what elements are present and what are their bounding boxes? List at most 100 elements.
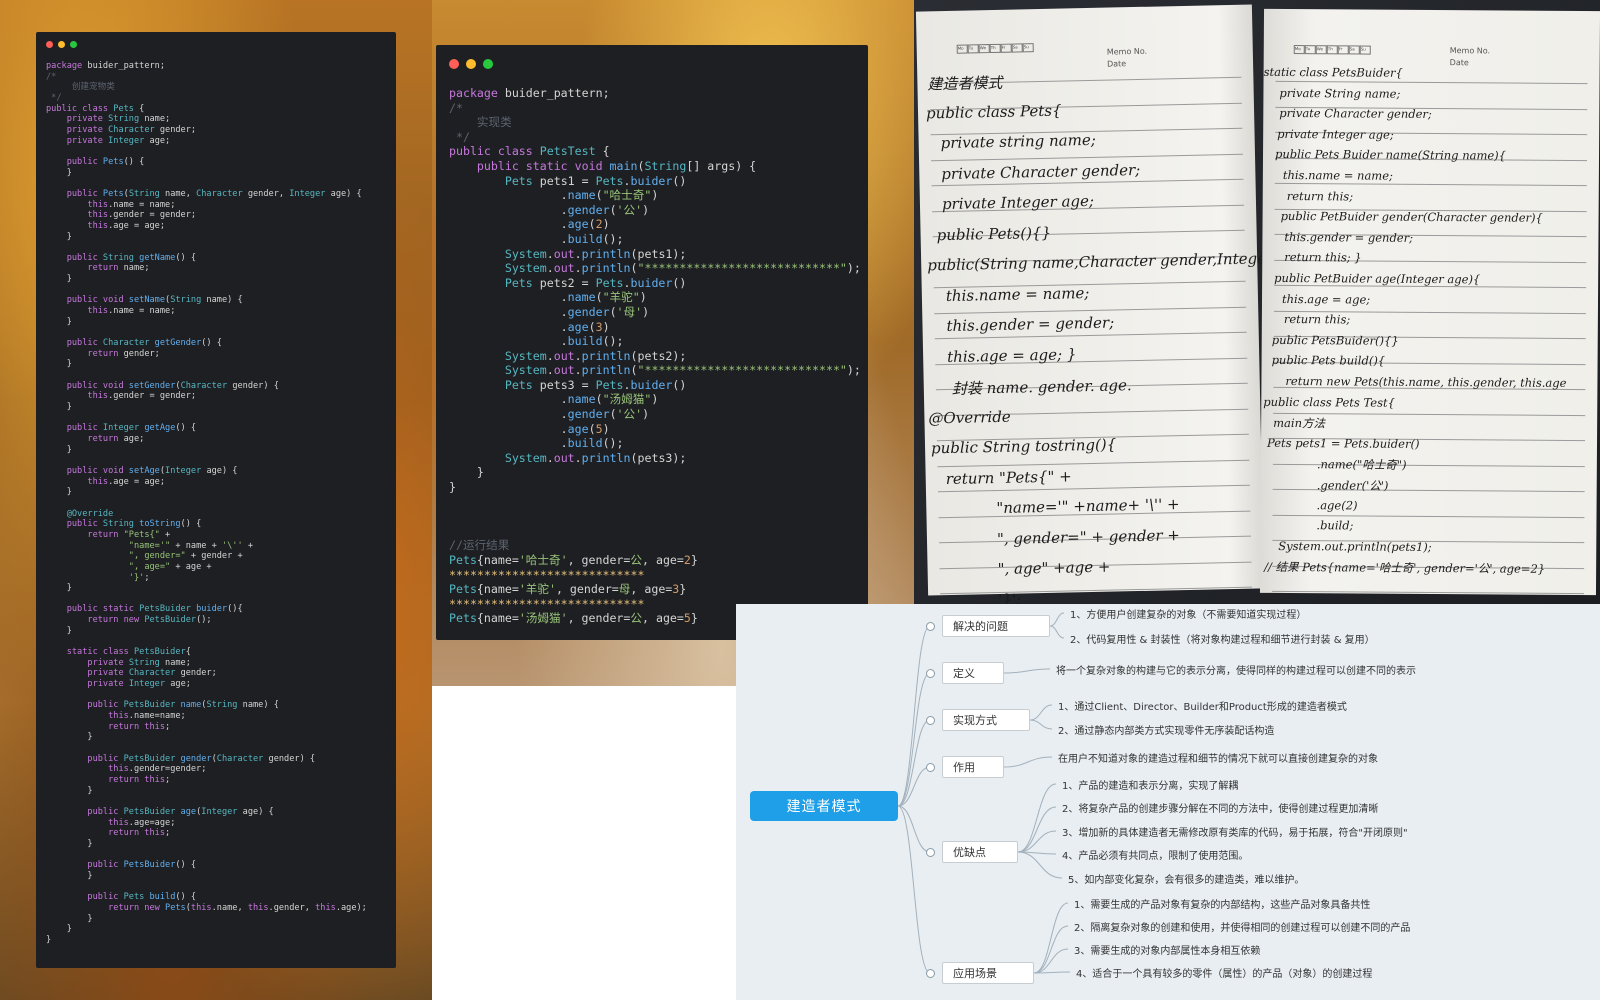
- code-token: static class: [66, 647, 134, 658]
- code-line: package buider_pattern;: [46, 61, 367, 72]
- code-line: public PetsBuider name(String name) {: [46, 700, 367, 711]
- code-line: private Character gender;: [46, 125, 367, 136]
- code-token: .name=name;: [128, 711, 186, 722]
- handwritten-line: return new Pets(this.name, this.gender, …: [1285, 373, 1567, 390]
- code-token: String: [128, 188, 166, 199]
- code-line: ", gender=" + gender +: [46, 551, 367, 562]
- code-line: this.gender = gender;: [46, 210, 367, 221]
- collapse-circle-icon[interactable]: [926, 763, 935, 772]
- code-line: System.out.println("********************…: [449, 363, 861, 378]
- code-token: println: [581, 450, 631, 465]
- code-token: ): [639, 290, 647, 305]
- code-token: age: [567, 217, 589, 232]
- handwritten-line: private Integer age;: [941, 191, 1095, 214]
- handwritten-line: static class PetsBuider{: [1263, 64, 1403, 80]
- handwritten-line: public String tostring(){: [930, 435, 1117, 458]
- code-token: age;: [170, 679, 191, 690]
- minimize-dot-icon[interactable]: [58, 41, 65, 48]
- maximize-dot-icon[interactable]: [70, 41, 77, 48]
- code-line: this.name = name;: [46, 306, 367, 317]
- code-line: }: [46, 317, 367, 328]
- code-line: 创建宠物类: [46, 82, 367, 93]
- code-token: Pets: [595, 173, 624, 188]
- code-token: );: [846, 363, 861, 378]
- maximize-dot-icon[interactable]: [483, 59, 493, 69]
- code-token: 5: [595, 421, 603, 436]
- mind-map-leaf: 1、通过Client、Director、Builder和Product形成的建造…: [1058, 702, 1347, 713]
- code-line: public Pets(String name, Character gende…: [46, 189, 367, 200]
- close-dot-icon[interactable]: [46, 41, 53, 48]
- code-token: .: [449, 319, 568, 334]
- code-token: public: [66, 156, 103, 167]
- mind-map-leaf: 1、产品的建造和表示分离，实现了解耦: [1062, 781, 1239, 792]
- code-token: this: [87, 210, 109, 221]
- code-token: }: [46, 924, 72, 935]
- weekday-box: Fr: [1337, 45, 1349, 55]
- mind-map-root[interactable]: 建造者模式: [750, 791, 898, 821]
- code-token: age: [180, 806, 197, 817]
- code-line: public Pets build() {: [46, 892, 367, 903]
- mind-map-branch-node[interactable]: 应用场景: [942, 962, 1034, 984]
- code-token: return new: [87, 615, 145, 626]
- mind-map-branch-node[interactable]: 实现方式: [942, 709, 1030, 731]
- code-token: Pets: [113, 103, 134, 114]
- code-token: gender;: [159, 124, 197, 135]
- code-token: buider: [630, 377, 673, 392]
- mind-map-leaf: 3、增加新的具体建造者无需修改原有类库的代码，易于拓展，符合"开闭原则": [1062, 828, 1408, 839]
- code-token: Integer: [165, 465, 207, 476]
- mind-map-branch-node[interactable]: 定义: [942, 662, 1004, 684]
- code-line: static class PetsBuider{: [46, 647, 367, 658]
- code-token: age;: [123, 433, 145, 444]
- collapse-circle-icon[interactable]: [926, 622, 935, 631]
- window-controls: [449, 59, 493, 69]
- mind-map-branch-node[interactable]: 作用: [942, 756, 1004, 778]
- code-token: this: [315, 902, 336, 913]
- code-token: "羊驼": [602, 290, 640, 305]
- mind-map-branch-node[interactable]: 优缺点: [942, 841, 1018, 863]
- leaf-connector: [1003, 756, 1053, 768]
- code-token: + gender +: [185, 551, 243, 562]
- leaf-connector: [1017, 806, 1057, 853]
- mind-map-leaf: 2、代码复用性 & 封装性（将对象构建过程和细节进行封装 & 复用）: [1070, 635, 1375, 646]
- code-token: gender,: [247, 188, 290, 199]
- code-token: public static void: [476, 158, 610, 173]
- code-token: {: [595, 144, 610, 159]
- code-token: PetsTest: [539, 144, 596, 159]
- code-token: }: [46, 913, 93, 924]
- code-line: private Character gender;: [46, 668, 367, 679]
- mind-map-branch-node[interactable]: 解决的问题: [942, 615, 1050, 637]
- code-token: (: [588, 217, 596, 232]
- code-token: ();: [196, 615, 212, 626]
- weekday-box: Th: [989, 43, 1001, 54]
- handwritten-line: Pets pets1 = Pets.buider(): [1266, 435, 1420, 451]
- code-token: String: [644, 158, 687, 173]
- code-token: Integer: [289, 188, 331, 199]
- collapse-circle-icon[interactable]: [926, 969, 935, 978]
- code-token: public: [66, 252, 103, 263]
- collapse-circle-icon[interactable]: [926, 669, 935, 678]
- handwritten-line: 封装 name. gender. age.: [951, 376, 1132, 398]
- code-token: }: [449, 480, 456, 495]
- collapse-circle-icon[interactable]: [926, 848, 935, 857]
- close-dot-icon[interactable]: [449, 59, 459, 69]
- code-token: return: [87, 433, 124, 444]
- weekday-box: Mo: [1293, 45, 1305, 55]
- code-token: getGender: [154, 338, 202, 349]
- minimize-dot-icon[interactable]: [466, 59, 476, 69]
- code-line: this.name = name;: [46, 200, 367, 211]
- code-line: }: [46, 626, 367, 637]
- ruled-lines: [916, 5, 1253, 595]
- collapse-circle-icon[interactable]: [926, 716, 935, 725]
- weekday-box: We: [1315, 45, 1327, 55]
- code-line: public class PetsTest {: [449, 144, 861, 159]
- code-token: String: [206, 700, 243, 711]
